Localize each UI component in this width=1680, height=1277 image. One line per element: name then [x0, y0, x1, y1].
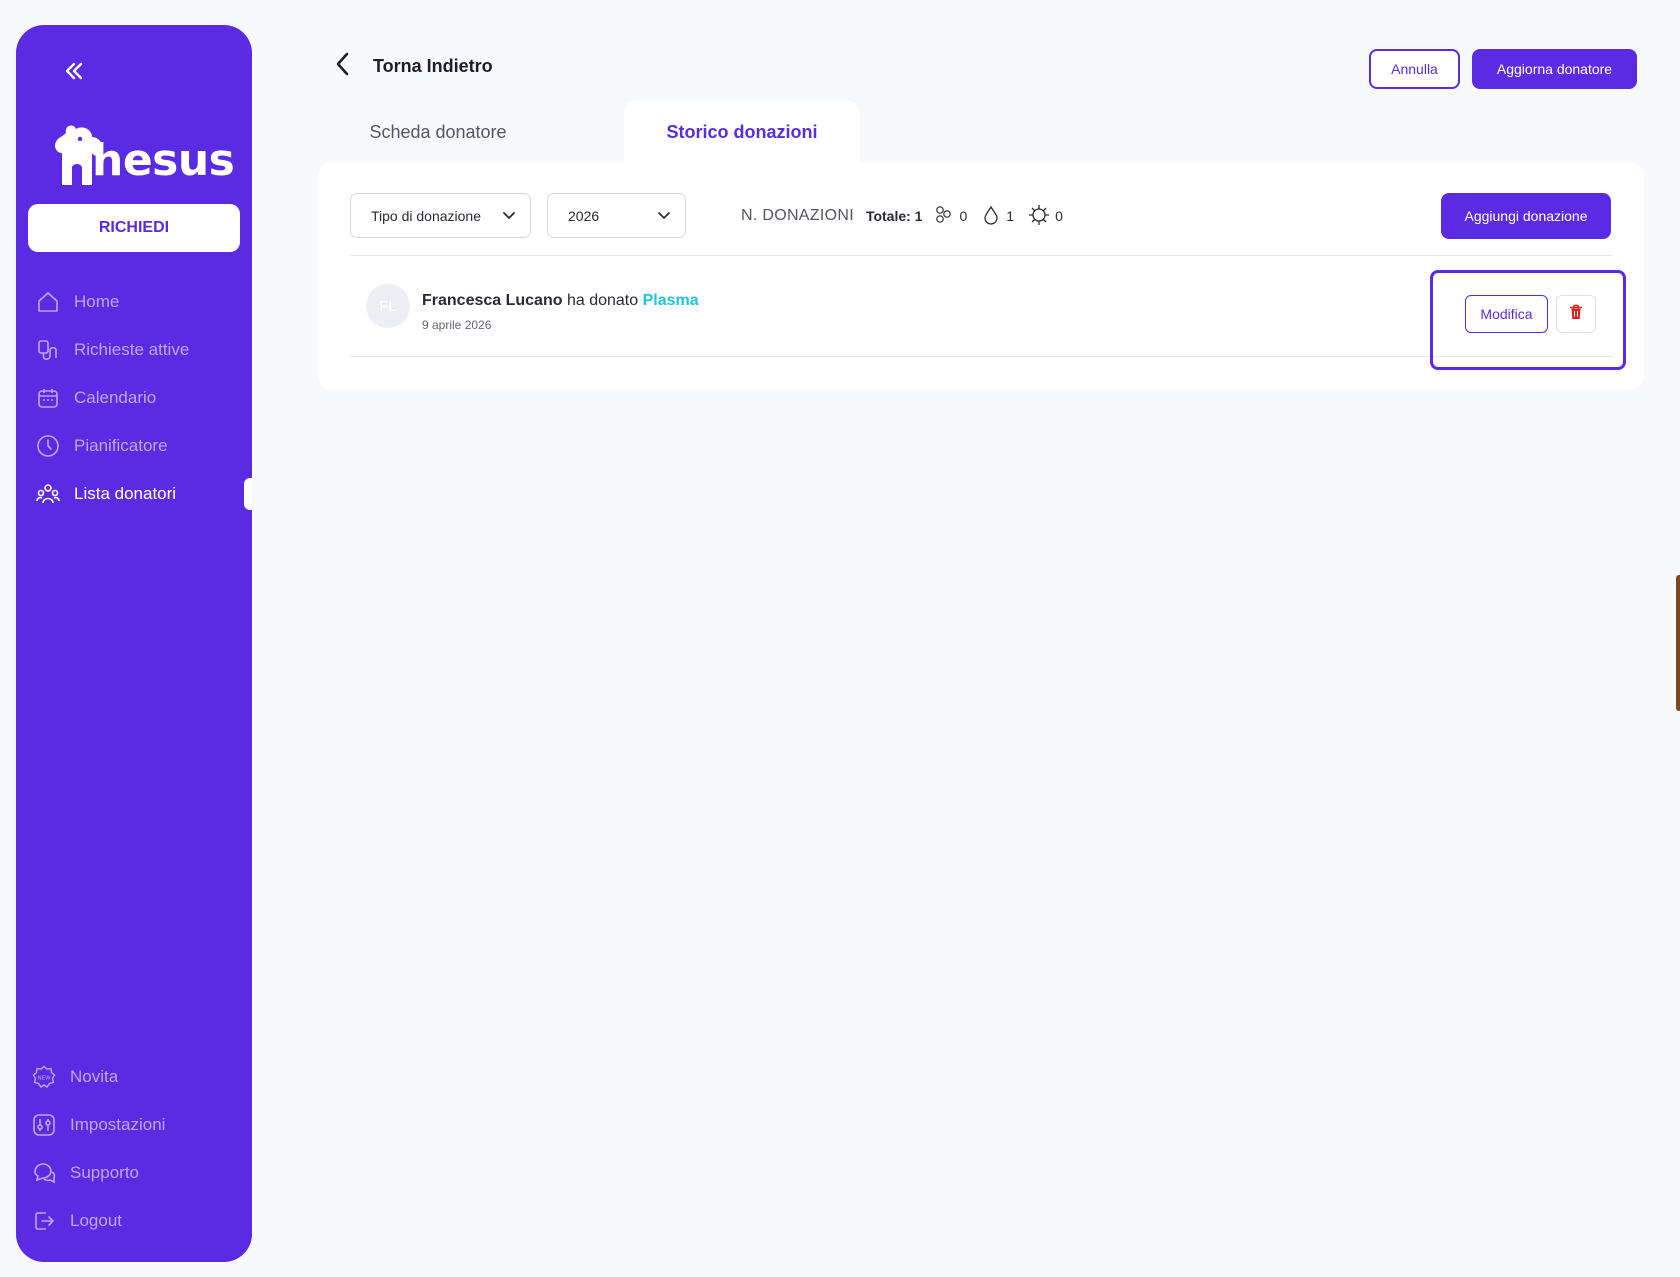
- update-donor-button[interactable]: Aggiorna donatore: [1472, 49, 1637, 89]
- sidebar-item-label: Pianificatore: [74, 436, 168, 455]
- svg-text:NEW: NEW: [37, 1076, 51, 1082]
- home-icon: [36, 290, 60, 314]
- cancel-button[interactable]: Annulla: [1369, 49, 1460, 89]
- edit-donation-button[interactable]: Modifica: [1465, 295, 1548, 333]
- chevron-left-icon: [333, 50, 353, 83]
- count-value: 0: [1055, 208, 1063, 224]
- counts-total: Totale: 1: [865, 208, 923, 224]
- donor-name: Francesca Lucano: [422, 292, 563, 309]
- sidebar-item-label: Home: [74, 292, 120, 311]
- sidebar-item-pianificatore[interactable]: Pianificatore: [16, 422, 252, 470]
- counts-label: N. DONAZIONI: [741, 207, 854, 224]
- sidebar-item-supporto[interactable]: Supporto: [16, 1149, 252, 1197]
- count-value: 0: [959, 208, 968, 224]
- tab-storico-donazioni[interactable]: Storico donazioni: [624, 100, 860, 164]
- donation-type-select[interactable]: Tipo di donazione: [350, 193, 531, 238]
- donation-counts: N. DONAZIONI Totale: 1 0 1 0: [741, 202, 1077, 230]
- clock-icon: [36, 434, 60, 458]
- sidebar-item-logout[interactable]: Logout: [16, 1197, 252, 1245]
- chat-icon: [32, 1161, 56, 1185]
- sidebar-item-home[interactable]: Home: [16, 278, 252, 326]
- chevron-down-icon: [502, 208, 516, 224]
- chevron-down-icon: [657, 208, 671, 224]
- main-nav: Home Richieste attive Calendario Pianifi…: [16, 278, 252, 518]
- delete-donation-button[interactable]: [1556, 295, 1596, 333]
- sidebar-item-label: Supporto: [70, 1163, 139, 1182]
- select-value: 2026: [568, 207, 600, 224]
- donation-date: 9 aprile 2026: [422, 318, 492, 332]
- add-donation-button[interactable]: Aggiungi donazione: [1441, 193, 1611, 239]
- back-label: Torna Indietro: [373, 56, 493, 76]
- secondary-nav: NEW Novita Impostazioni Supporto Logout: [16, 1053, 252, 1245]
- donation-verb: ha donato: [566, 292, 639, 309]
- sidebar-item-label: Calendario: [74, 388, 157, 407]
- sidebar-item-calendario[interactable]: Calendario: [16, 374, 252, 422]
- platelet-icon: [1028, 204, 1055, 229]
- sidebar-item-richieste-attive[interactable]: Richieste attive: [16, 326, 252, 374]
- collapse-sidebar-icon[interactable]: [58, 55, 90, 87]
- sidebar-item-label: Richieste attive: [74, 340, 190, 359]
- sidebar-item-label: Impostazioni: [70, 1115, 166, 1134]
- sidebar-item-label: Logout: [70, 1211, 122, 1230]
- sidebar-item-novita[interactable]: NEW Novita: [16, 1053, 252, 1101]
- window-edge: [1676, 575, 1680, 711]
- users-icon: [36, 482, 60, 506]
- request-button[interactable]: RICHIEDI: [28, 204, 240, 252]
- tab-scheda-donatore[interactable]: Scheda donatore: [318, 100, 558, 164]
- sidebar: hesus RICHIEDI Home Richieste attive Cal…: [16, 25, 252, 1262]
- sidebar-item-label: Lista donatori: [74, 484, 177, 503]
- blood-bag-icon: [36, 338, 60, 362]
- drop-icon: [981, 205, 1006, 228]
- count-plasma: 1: [981, 205, 1014, 228]
- new-badge-icon: NEW: [32, 1065, 56, 1089]
- trash-icon: [1569, 304, 1583, 325]
- blood-cells-icon: [934, 205, 959, 228]
- donation-type: Plasma: [642, 292, 699, 309]
- list-item: FL Francesca Lucano ha donato Plasma 9 a…: [350, 256, 1612, 356]
- count-blood-cells: 0: [934, 205, 967, 228]
- sidebar-item-label: Novita: [70, 1067, 119, 1086]
- count-value: 1: [1006, 208, 1015, 224]
- divider: [350, 356, 1612, 357]
- brand-name: hesus: [92, 135, 235, 186]
- logout-icon: [32, 1209, 56, 1233]
- logo: hesus: [52, 109, 235, 199]
- calendar-icon: [36, 386, 60, 410]
- count-platelets: 0: [1028, 204, 1063, 229]
- sidebar-item-lista-donatori[interactable]: Lista donatori: [16, 470, 252, 518]
- settings-icon: [32, 1113, 56, 1137]
- back-link[interactable]: Torna Indietro: [333, 50, 493, 83]
- avatar: FL: [366, 284, 410, 328]
- select-value: Tipo di donazione: [371, 207, 482, 224]
- year-select[interactable]: 2026: [547, 193, 686, 238]
- donation-description: Francesca Lucano ha donato Plasma: [422, 292, 699, 310]
- sidebar-item-impostazioni[interactable]: Impostazioni: [16, 1101, 252, 1149]
